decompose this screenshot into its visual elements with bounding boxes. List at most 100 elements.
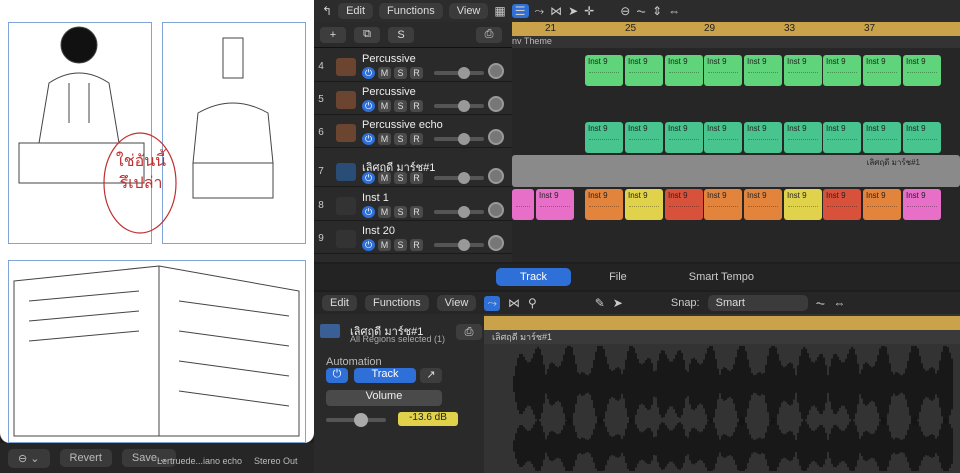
snap-select[interactable]: Smart — [707, 295, 808, 311]
editor-edit-menu[interactable]: Edit — [322, 295, 357, 311]
volume-fader[interactable] — [434, 133, 484, 145]
midi-region[interactable]: Inst 9 — [704, 189, 742, 220]
editor-view-menu[interactable]: View — [436, 295, 477, 311]
volume-slider[interactable] — [326, 413, 386, 427]
mute-button[interactable]: M — [378, 239, 391, 251]
duplicate-track-button[interactable]: ⧉ — [354, 26, 380, 43]
audio-editor[interactable]: เลิศฤดี มาร์ช#1 — [484, 314, 960, 473]
track-name[interactable]: Inst 1 — [362, 192, 389, 204]
solo-button[interactable]: S — [394, 133, 407, 145]
vertical-zoom-icon[interactable]: ⇕ — [652, 4, 662, 18]
editor-ruler[interactable] — [484, 316, 960, 330]
track-name[interactable]: Percussive — [362, 53, 416, 65]
midi-region[interactable]: Inst 9 — [744, 55, 782, 86]
functions-menu[interactable]: Functions — [379, 3, 443, 19]
power-button[interactable]: ⏻ — [362, 172, 375, 184]
revert-button[interactable]: Revert — [59, 449, 112, 467]
track-row[interactable]: 8 Inst 1 ⏻ M S R — [314, 188, 512, 221]
midi-region[interactable]: Inst 9 — [585, 55, 623, 86]
midi-region[interactable]: Inst 9 — [704, 122, 742, 153]
record-button[interactable]: R — [410, 133, 423, 145]
horizontal-zoom-icon[interactable]: ⇔ — [668, 4, 680, 18]
midi-region[interactable]: Inst 9 — [784, 122, 822, 153]
fader-knob[interactable] — [458, 100, 470, 112]
record-button[interactable]: R — [410, 172, 423, 184]
automation-arrow-button[interactable]: ↗ — [420, 368, 442, 383]
record-button[interactable]: R — [410, 206, 423, 218]
fader-knob[interactable] — [458, 172, 470, 184]
mute-button[interactable]: M — [378, 67, 391, 79]
catch-icon[interactable]: ⤳ — [535, 4, 545, 19]
track-instrument-icon[interactable] — [336, 124, 356, 142]
horizontal-zoom-icon[interactable]: ⇔ — [833, 296, 845, 310]
inbox-icon[interactable]: ⎙ — [476, 26, 502, 43]
mute-button[interactable]: M — [378, 133, 391, 145]
fader-knob[interactable] — [458, 239, 470, 251]
volume-fader[interactable] — [434, 100, 484, 112]
pencil-tool-icon[interactable]: ✎ — [595, 296, 605, 310]
track-row[interactable]: 5 Percussive ⏻ M S R — [314, 82, 512, 115]
list-view-icon[interactable]: ☰ — [511, 4, 529, 18]
pan-knob[interactable] — [488, 168, 504, 184]
record-button[interactable]: R — [410, 67, 423, 79]
midi-region[interactable]: Inst 9 — [784, 55, 822, 86]
track-row[interactable]: 6 Percussive echo ⏻ M S R — [314, 115, 512, 148]
midi-region[interactable]: Inst 9 — [823, 122, 861, 153]
options-button[interactable]: ⊖ ⌄ — [8, 448, 50, 468]
mute-button[interactable]: M — [378, 100, 391, 112]
back-icon[interactable]: ↰ — [322, 4, 332, 18]
grid-view-icon[interactable]: ▦ — [494, 4, 505, 18]
pan-knob[interactable] — [488, 202, 504, 218]
track-instrument-icon[interactable] — [336, 163, 356, 181]
midi-region[interactable]: Inst 9 — [744, 189, 782, 220]
mute-button[interactable]: M — [378, 172, 391, 184]
midi-region[interactable]: Inst 9 — [625, 55, 663, 86]
pointer-tool-icon[interactable]: ➤ — [613, 296, 623, 310]
track-instrument-icon[interactable] — [336, 91, 356, 109]
midi-region[interactable]: Inst 9 — [536, 189, 574, 220]
audio-region[interactable]: เลิศฤดี มาร์ช#1 — [512, 155, 960, 187]
volume-db-value[interactable]: -13.6 dB — [398, 412, 458, 426]
midi-region[interactable]: Inst 9 — [903, 122, 941, 153]
solo-button[interactable]: S — [394, 239, 407, 251]
record-button[interactable]: R — [410, 239, 423, 251]
solo-button[interactable]: S — [394, 100, 407, 112]
track-row[interactable]: 4 Percussive ⏻ M S R — [314, 49, 512, 82]
midi-region[interactable]: Inst 9 — [863, 55, 901, 86]
volume-fader[interactable] — [434, 67, 484, 79]
more-icon[interactable]: ⊖ — [620, 4, 630, 18]
track-name[interactable]: Percussive — [362, 86, 416, 98]
edit-menu[interactable]: Edit — [338, 3, 374, 19]
track-name[interactable]: Inst 20 — [362, 225, 395, 237]
midi-region[interactable]: Inst 9 — [823, 55, 861, 86]
waveform-zoom-icon[interactable]: ⏦ — [636, 4, 646, 19]
volume-fader[interactable] — [434, 206, 484, 218]
power-button[interactable]: ⏻ — [362, 133, 375, 145]
midi-region[interactable]: Inst 9 — [863, 122, 901, 153]
arrange-area[interactable]: 21 25 29 33 37 nv Theme Inst 9 Inst 9 Inst 9 In… — [512, 22, 960, 262]
track-name[interactable]: Percussive echo — [362, 119, 443, 131]
automation-track-button[interactable]: Track — [354, 368, 416, 383]
tuning-fork-icon[interactable]: ⚲ — [528, 296, 537, 310]
midi-region[interactable]: Inst 9 — [625, 189, 663, 220]
midi-region[interactable]: Inst 9 — [863, 189, 901, 220]
power-button[interactable]: ⏻ — [362, 67, 375, 79]
midi-region[interactable]: Inst 9 — [903, 189, 941, 220]
editor-functions-menu[interactable]: Functions — [364, 295, 429, 311]
track-row[interactable]: 9 Inst 20 ⏻ M S R — [314, 221, 512, 254]
midi-region[interactable]: Inst 9 — [903, 55, 941, 86]
automation-param-select[interactable]: Volume — [326, 390, 442, 406]
track-instrument-icon[interactable] — [336, 230, 356, 248]
catch-icon[interactable]: ⤳ — [484, 295, 500, 311]
inbox-icon[interactable]: ⎙ — [456, 324, 482, 340]
track-row[interactable]: 7 เลิศฤดี มาร์ช#1 ⏻ M S R — [314, 154, 512, 187]
audio-waveform[interactable] — [484, 346, 960, 471]
record-button[interactable]: R — [410, 100, 423, 112]
view-menu[interactable]: View — [448, 3, 489, 19]
midi-region[interactable]: Inst 9 — [784, 189, 822, 220]
pan-knob[interactable] — [488, 129, 504, 145]
midi-region[interactable] — [512, 189, 534, 220]
power-button[interactable]: ⏻ — [362, 206, 375, 218]
solo-global-button[interactable]: S — [388, 26, 414, 43]
midi-region[interactable]: Inst 9 — [665, 122, 703, 153]
